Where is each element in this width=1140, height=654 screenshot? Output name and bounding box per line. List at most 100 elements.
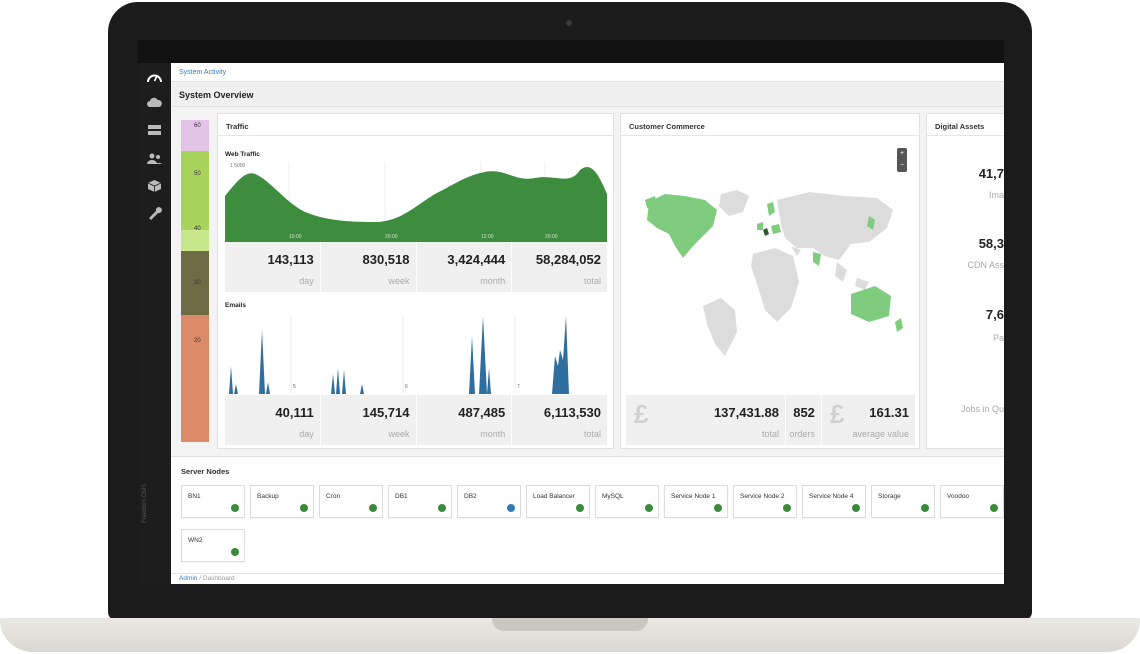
digital-assets-title: Digital Assets [927, 114, 1004, 136]
level-tick: 20 [194, 338, 201, 344]
server-node-tile[interactable]: Load Balancer [526, 485, 590, 518]
server-node-tile[interactable]: DB2 [457, 485, 521, 518]
server-node-name: Service Node 4 [809, 493, 854, 500]
web-traffic-chart: 1 5000 10:00 20:00 12:00 20:00 [225, 162, 607, 242]
email-tick: 6 [405, 384, 408, 390]
level-tick: 60 [194, 123, 201, 129]
left-nav: Freedom CMS [138, 63, 171, 584]
dashboard-icon[interactable] [146, 70, 163, 84]
stat-value: 145,714 [362, 405, 410, 420]
status-indicator-icon [300, 504, 308, 512]
asset-value: 41,7 [978, 166, 1004, 181]
asset-label: CDN Ass [967, 260, 1004, 270]
server-node-name: Backup [257, 493, 279, 500]
server-node-tile[interactable]: MySQL [595, 485, 659, 518]
zoom-out-button[interactable]: − [897, 160, 907, 172]
server-node-name: DB1 [395, 493, 408, 500]
stat-label: day [299, 429, 314, 439]
cube-icon[interactable] [146, 179, 163, 193]
web-traffic-title: Web Traffic [225, 151, 260, 158]
server-node-name: Service Node 2 [740, 493, 785, 500]
traffic-panel: Traffic Web Traffic 1 5000 10:00 20:00 1… [217, 113, 614, 449]
breadcrumb-admin[interactable]: Admin [179, 575, 197, 582]
status-indicator-icon [438, 504, 446, 512]
zoom-in-button[interactable]: + [897, 148, 907, 160]
web-tick: 10:00 [289, 234, 302, 240]
stat-value: 143,113 [267, 252, 314, 267]
emails-stats: 40,111 day 145,714 week 487,485 month 6,113… [225, 395, 607, 445]
stat-cell: £ 161.31 average value [822, 395, 915, 445]
stat-value: 487,485 [458, 405, 506, 420]
users-icon[interactable] [146, 152, 163, 166]
asset-label: Pa [992, 333, 1004, 343]
stat-label: week [388, 429, 410, 439]
cloud-icon[interactable] [146, 96, 163, 110]
stat-label: total [583, 276, 601, 286]
asset-value: 58,3 [978, 236, 1004, 251]
status-indicator-icon [714, 504, 722, 512]
server-icon[interactable] [146, 123, 163, 137]
wrench-icon[interactable] [146, 206, 163, 220]
digital-assets-panel: Digital Assets 41,7 Ima 58,3 CDN Ass 7,6… [926, 113, 1004, 449]
stat-value: 6,113,530 [543, 405, 601, 420]
status-indicator-icon [990, 504, 998, 512]
map-zoom-control: + − [897, 148, 907, 172]
breadcrumb-top[interactable]: System Activity [171, 63, 1004, 82]
web-axis-top: 1 5000 [230, 163, 246, 169]
server-node-tile[interactable]: Storage [871, 485, 935, 518]
stat-cell: 830,518 week [321, 242, 417, 292]
level-tick: 30 [194, 280, 201, 286]
breadcrumb-current: Dashboard [202, 575, 235, 582]
server-node-name: DB2 [464, 493, 477, 500]
server-node-tile[interactable]: Service Node 2 [733, 485, 797, 518]
server-node-tile[interactable]: BN1 [181, 485, 245, 518]
server-node-tile[interactable]: Cron [319, 485, 383, 518]
traffic-title: Traffic [218, 114, 613, 136]
asset-label: Ima [988, 190, 1004, 200]
emails-title: Emails [225, 302, 246, 309]
web-traffic-stats: 143,113 day 830,518 week 3,424,444 month 58… [225, 242, 607, 292]
pound-icon: £ [634, 399, 649, 429]
status-indicator-icon [507, 504, 515, 512]
stat-cell: 145,714 week [321, 395, 417, 445]
stat-cell: 40,111 day [225, 395, 321, 445]
server-node-tile[interactable]: WN2 [181, 529, 245, 562]
level-tick: 50 [194, 171, 201, 177]
server-node-tile[interactable]: Service Node 1 [664, 485, 728, 518]
server-node-name: Service Node 1 [671, 493, 716, 500]
stat-value: 58,284,052 [535, 252, 601, 267]
top-bar [138, 40, 1004, 63]
stat-label: total [583, 429, 601, 439]
server-node-tile[interactable]: Voodoo [940, 485, 1004, 518]
stat-value: 161.31 [869, 405, 909, 420]
stat-cell: 58,284,052 total [512, 242, 607, 292]
web-tick: 20:00 [545, 234, 558, 240]
server-node-tile[interactable]: Service Node 4 [802, 485, 866, 518]
level-segment-palegreen [181, 230, 209, 251]
stat-label: total [762, 429, 780, 439]
world-map[interactable] [625, 186, 917, 356]
status-indicator-icon [921, 504, 929, 512]
emails-chart: 5 6 7 [229, 316, 569, 394]
web-tick: 20:00 [385, 234, 398, 240]
stat-value: 852 [793, 405, 815, 420]
laptop-notch [492, 618, 648, 631]
app-content: System Activity System Overview 60 50 40… [171, 63, 1004, 584]
jobs-label: Jobs in Qu [960, 404, 1004, 414]
server-node-name: Voodoo [947, 493, 970, 500]
web-tick: 12:00 [481, 234, 494, 240]
stat-value: 3,424,444 [447, 252, 506, 267]
server-node-tile[interactable]: DB1 [388, 485, 452, 518]
status-indicator-icon [231, 548, 239, 556]
status-indicator-icon [231, 504, 239, 512]
stat-label: day [299, 276, 314, 286]
stat-value: 830,518 [362, 252, 410, 267]
commerce-title: Customer Commerce [621, 114, 919, 136]
stat-value: 137,431.88 [713, 405, 780, 420]
stat-cell: 487,485 month [417, 395, 513, 445]
email-tick: 7 [517, 384, 520, 390]
server-node-tile[interactable]: Backup [250, 485, 314, 518]
pound-icon: £ [829, 399, 845, 429]
status-indicator-icon [852, 504, 860, 512]
stacked-level-bar: 60 50 40 30 20 [181, 120, 209, 442]
